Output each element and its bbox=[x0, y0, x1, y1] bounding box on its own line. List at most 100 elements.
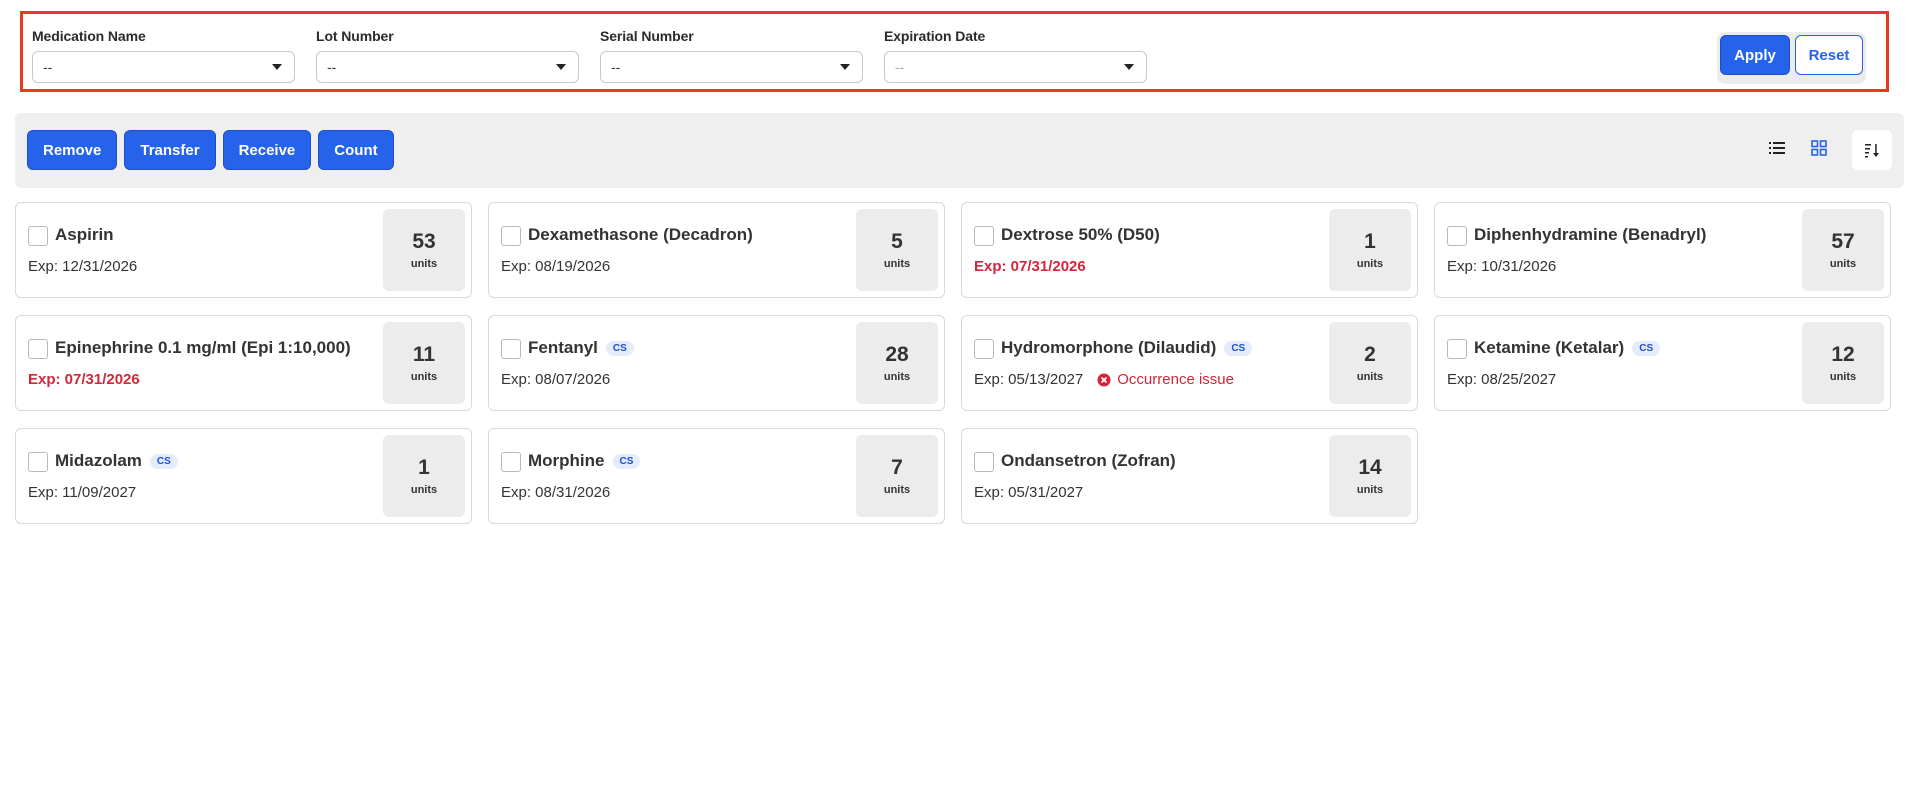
select-checkbox[interactable] bbox=[28, 339, 48, 359]
quantity-value: 14 bbox=[1358, 456, 1382, 480]
medication-card[interactable]: Dextrose 50% (D50) Exp: 07/31/2026 1 units bbox=[961, 202, 1418, 298]
quantity-value: 53 bbox=[412, 230, 436, 254]
expiration-date: Exp: 07/31/2026 bbox=[28, 371, 140, 388]
chevron-down-icon bbox=[272, 64, 282, 70]
quantity-unit: units bbox=[1356, 257, 1384, 270]
lot-number-value: -- bbox=[327, 59, 337, 75]
error-circle-icon bbox=[1097, 373, 1111, 386]
quantity-unit: units bbox=[410, 483, 438, 496]
medication-name-row: Epinephrine 0.1 mg/ml (Epi 1:10,000) bbox=[55, 338, 351, 358]
quantity-box: 2 units bbox=[1329, 322, 1411, 404]
quantity-unit: units bbox=[1356, 483, 1384, 496]
medication-name-row: Fentanyl CS bbox=[528, 338, 634, 358]
quantity-value: 28 bbox=[885, 343, 909, 367]
quantity-unit: units bbox=[410, 257, 438, 270]
medication-name-row: Aspirin bbox=[55, 225, 114, 245]
select-checkbox[interactable] bbox=[501, 339, 521, 359]
medication-card[interactable]: Morphine CS Exp: 08/31/2026 7 units bbox=[488, 428, 945, 524]
medication-name: Dexamethasone (Decadron) bbox=[528, 225, 753, 244]
expiration-date: Exp: 08/31/2026 bbox=[501, 484, 611, 501]
medication-name: Morphine bbox=[528, 451, 605, 470]
medication-name-row: Dextrose 50% (D50) bbox=[1001, 225, 1160, 245]
list-view-icon[interactable] bbox=[1762, 133, 1792, 163]
quantity-box: 1 units bbox=[383, 435, 465, 517]
quantity-unit: units bbox=[883, 483, 911, 496]
quantity-box: 53 units bbox=[383, 209, 465, 291]
expiration-row: Exp: 12/31/2026 bbox=[28, 258, 137, 275]
medication-name: Diphenhydramine (Benadryl) bbox=[1474, 225, 1707, 244]
medication-card[interactable]: Fentanyl CS Exp: 08/07/2026 28 units bbox=[488, 315, 945, 411]
expiration-row: Exp: 07/31/2026 bbox=[28, 371, 140, 388]
select-checkbox[interactable] bbox=[974, 339, 994, 359]
medication-name-select[interactable]: -- bbox=[32, 51, 295, 83]
remove-button[interactable]: Remove bbox=[27, 130, 118, 170]
quantity-unit: units bbox=[883, 257, 911, 270]
controlled-substance-badge: CS bbox=[1224, 340, 1253, 356]
expiration-date: Exp: 08/25/2027 bbox=[1447, 371, 1557, 388]
expiration-row: Exp: 11/09/2027 bbox=[28, 484, 136, 501]
medication-card[interactable]: Diphenhydramine (Benadryl) Exp: 10/31/202… bbox=[1434, 202, 1891, 298]
medication-name-filter: Medication Name -- bbox=[32, 28, 295, 83]
quantity-value: 1 bbox=[1364, 230, 1376, 254]
chevron-down-icon bbox=[556, 64, 566, 70]
medication-name-row: Morphine CS bbox=[528, 451, 641, 471]
expiration-row: Exp: 10/31/2026 bbox=[1447, 258, 1556, 275]
expiration-date: Exp: 08/19/2026 bbox=[501, 258, 611, 275]
expiration-date-label: Expiration Date bbox=[884, 28, 986, 44]
sort-button[interactable] bbox=[1852, 130, 1892, 170]
medication-card[interactable]: Dexamethasone (Decadron) Exp: 08/19/2026 5… bbox=[488, 202, 945, 298]
medication-card[interactable]: Midazolam CS Exp: 11/09/2027 1 units bbox=[15, 428, 472, 524]
quantity-value: 7 bbox=[891, 456, 903, 480]
quantity-box: 1 units bbox=[1329, 209, 1411, 291]
medication-name-row: Diphenhydramine (Benadryl) bbox=[1474, 225, 1706, 245]
medication-name-value: -- bbox=[43, 59, 53, 75]
select-checkbox[interactable] bbox=[1447, 339, 1467, 359]
medication-name-row: Ketamine (Ketalar) CS bbox=[1474, 338, 1661, 358]
medication-name: Ondansetron (Zofran) bbox=[1001, 451, 1176, 470]
expiration-date: Exp: 08/07/2026 bbox=[501, 371, 611, 388]
quantity-box: 12 units bbox=[1802, 322, 1884, 404]
count-button[interactable]: Count bbox=[318, 130, 394, 170]
quantity-unit: units bbox=[1829, 257, 1857, 270]
expiration-row: Exp: 08/19/2026 bbox=[501, 258, 610, 275]
expiration-date-filter: Expiration Date -- bbox=[884, 28, 1147, 83]
select-checkbox[interactable] bbox=[28, 452, 48, 472]
grid-view-icon[interactable] bbox=[1804, 133, 1834, 163]
chevron-down-icon bbox=[1124, 64, 1134, 70]
medication-name-label: Medication Name bbox=[32, 28, 146, 44]
quantity-value: 2 bbox=[1364, 343, 1376, 367]
medication-card[interactable]: Hydromorphone (Dilaudid) CS Exp: 05/13/202… bbox=[961, 315, 1418, 411]
select-checkbox[interactable] bbox=[974, 226, 994, 246]
expiration-row: Exp: 05/13/2027 Occurrence issue bbox=[974, 371, 1234, 388]
occurrence-issue[interactable]: Occurrence issue bbox=[1097, 371, 1234, 388]
lot-number-select[interactable]: -- bbox=[316, 51, 579, 83]
medication-card[interactable]: Ondansetron (Zofran) Exp: 05/31/2027 14 uni… bbox=[961, 428, 1418, 524]
select-checkbox[interactable] bbox=[501, 226, 521, 246]
receive-button[interactable]: Receive bbox=[222, 130, 312, 170]
medication-name-row: Ondansetron (Zofran) bbox=[1001, 451, 1176, 471]
select-checkbox[interactable] bbox=[501, 452, 521, 472]
expiration-row: Exp: 07/31/2026 bbox=[974, 258, 1086, 275]
controlled-substance-badge: CS bbox=[605, 340, 634, 356]
serial-number-label: Serial Number bbox=[600, 28, 694, 44]
select-checkbox[interactable] bbox=[974, 452, 994, 472]
expiration-date: Exp: 07/31/2026 bbox=[974, 258, 1086, 275]
select-checkbox[interactable] bbox=[1447, 226, 1467, 246]
view-toggle bbox=[1762, 133, 1834, 163]
medication-card[interactable]: Ketamine (Ketalar) CS Exp: 08/25/2027 12 uni… bbox=[1434, 315, 1891, 411]
quantity-box: 28 units bbox=[856, 322, 938, 404]
medication-card[interactable]: Aspirin Exp: 12/31/2026 53 units bbox=[15, 202, 472, 298]
transfer-button[interactable]: Transfer bbox=[124, 130, 216, 170]
medication-name: Hydromorphone (Dilaudid) bbox=[1001, 338, 1217, 357]
expiration-date: Exp: 11/09/2027 bbox=[28, 484, 137, 501]
expiration-date-select[interactable]: -- bbox=[884, 51, 1147, 83]
medication-card[interactable]: Epinephrine 0.1 mg/ml (Epi 1:10,000) Exp:… bbox=[15, 315, 472, 411]
medication-name: Dextrose 50% (D50) bbox=[1001, 225, 1160, 244]
reset-button[interactable]: Reset bbox=[1795, 35, 1863, 75]
medication-name-row: Dexamethasone (Decadron) bbox=[528, 225, 753, 245]
medication-name: Ketamine (Ketalar) bbox=[1474, 338, 1625, 357]
apply-button[interactable]: Apply bbox=[1720, 35, 1790, 75]
quantity-value: 57 bbox=[1831, 230, 1855, 254]
serial-number-select[interactable]: -- bbox=[600, 51, 863, 83]
select-checkbox[interactable] bbox=[28, 226, 48, 246]
